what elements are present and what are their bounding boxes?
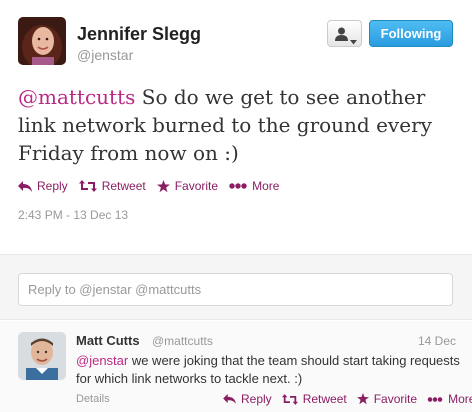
reply-date[interactable]: 14 Dec bbox=[418, 334, 456, 348]
reply-label: Reply bbox=[37, 179, 68, 193]
user-actions-dropdown[interactable] bbox=[327, 20, 362, 47]
retweet-button[interactable]: Retweet bbox=[78, 179, 146, 193]
reply-button[interactable]: Reply bbox=[18, 179, 68, 193]
reply-tweet-body: we were joking that the team should star… bbox=[76, 353, 460, 386]
details-link[interactable]: Details bbox=[76, 393, 110, 405]
reply-user-fullname[interactable]: Matt Cutts bbox=[76, 333, 140, 348]
retweet-icon bbox=[281, 393, 298, 405]
main-tweet: Jennifer Slegg @jenstar Following @mattc… bbox=[0, 0, 472, 254]
reply-tweet: Matt Cutts @mattcutts 14 Dec @jenstar we… bbox=[0, 321, 472, 412]
star-icon bbox=[156, 179, 170, 193]
mention-link[interactable]: @jenstar bbox=[76, 353, 128, 368]
mention-link[interactable]: @mattcutts bbox=[18, 85, 135, 109]
reply-tweet-actions: Reply Retweet Favorite More bbox=[223, 392, 472, 406]
reply-user-handle[interactable]: @mattcutts bbox=[152, 334, 213, 348]
more-button[interactable]: More bbox=[229, 179, 279, 193]
reply-area: Reply to @jenstar @mattcutts bbox=[0, 254, 472, 320]
more-button[interactable]: More bbox=[427, 392, 472, 406]
following-button[interactable]: Following bbox=[369, 20, 453, 47]
favorite-label: Favorite bbox=[373, 392, 418, 406]
favorite-button[interactable]: Favorite bbox=[356, 392, 418, 406]
caret-down-icon bbox=[350, 32, 357, 50]
retweet-icon bbox=[78, 180, 97, 192]
tweet-text: @mattcutts So do we get to see another l… bbox=[18, 83, 458, 167]
more-dots-icon bbox=[427, 396, 443, 402]
more-label: More bbox=[252, 179, 280, 193]
favorite-label: Favorite bbox=[174, 179, 219, 193]
star-icon bbox=[356, 393, 369, 405]
avatar[interactable] bbox=[18, 332, 66, 380]
reply-input[interactable]: Reply to @jenstar @mattcutts bbox=[18, 273, 453, 306]
reply-tweet-text: @jenstar we were joking that the team sh… bbox=[76, 352, 461, 388]
avatar[interactable] bbox=[18, 17, 66, 65]
person-icon bbox=[335, 27, 348, 46]
reply-label: Reply bbox=[241, 392, 272, 406]
reply-button[interactable]: Reply bbox=[223, 392, 272, 406]
user-fullname[interactable]: Jennifer Slegg bbox=[77, 24, 201, 45]
user-handle[interactable]: @jenstar bbox=[77, 47, 133, 63]
retweet-label: Retweet bbox=[101, 179, 146, 193]
more-label: More bbox=[448, 392, 472, 406]
tweet-timestamp[interactable]: 2:43 PM - 13 Dec 13 bbox=[18, 208, 128, 222]
reply-icon bbox=[18, 180, 32, 192]
favorite-button[interactable]: Favorite bbox=[156, 179, 219, 193]
tweet-actions: Reply Retweet Favorite More bbox=[18, 177, 290, 195]
more-dots-icon bbox=[229, 183, 247, 189]
retweet-label: Retweet bbox=[302, 392, 347, 406]
reply-icon bbox=[223, 394, 236, 404]
retweet-button[interactable]: Retweet bbox=[281, 392, 347, 406]
